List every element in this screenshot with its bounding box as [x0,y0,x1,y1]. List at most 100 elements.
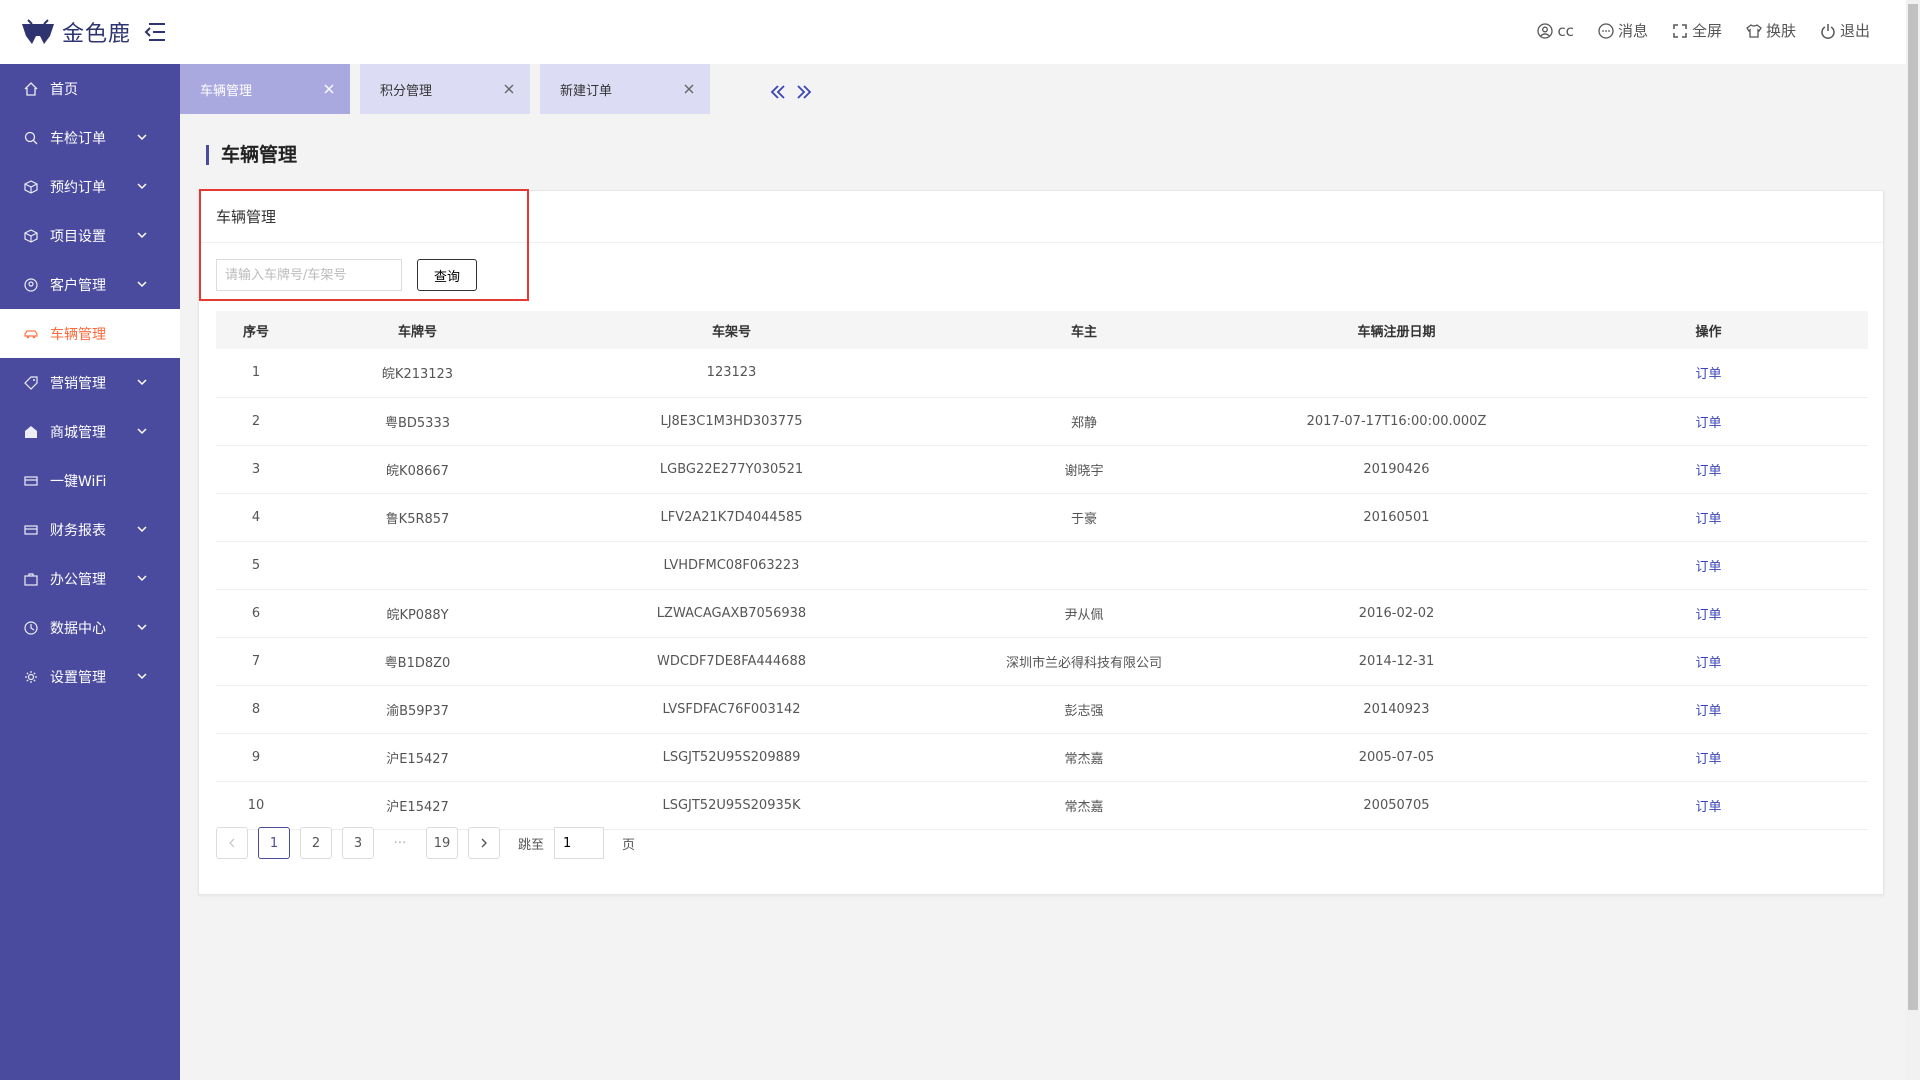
cell-reg-date [1244,349,1549,398]
order-link[interactable]: 订单 [1695,704,1721,719]
cell-plate: 沪E15427 [296,733,539,782]
page-last-button[interactable]: 19 [426,827,458,859]
cell-index: 8 [216,685,296,734]
sidebar-item-label: 办公管理 [50,571,106,588]
tab-points-management[interactable]: 积分管理 [360,64,530,114]
page-ellipsis[interactable]: ··· [384,836,416,851]
message-button[interactable]: 消息 [1598,20,1648,41]
prev-page-button[interactable] [216,827,248,859]
logout-button[interactable]: 退出 [1820,20,1870,41]
chevron-down-icon [137,428,147,435]
tab-label: 车辆管理 [200,83,253,99]
sidebar-item-marketing[interactable]: 营销管理 [0,358,180,407]
vertical-scrollbar[interactable] [1906,0,1920,1080]
search-row: 查询 [216,259,477,291]
menu-collapse-icon[interactable] [143,21,167,43]
page-1-button[interactable]: 1 [258,827,290,859]
order-link[interactable]: 订单 [1695,464,1721,479]
sidebar-item-wifi[interactable]: 一键WiFi [0,456,180,505]
cell-index: 6 [216,589,296,638]
header-vin: 车架号 [539,311,924,349]
order-link[interactable]: 订单 [1695,512,1721,527]
logout-label: 退出 [1839,22,1870,40]
order-link[interactable]: 订单 [1695,560,1721,575]
close-icon[interactable] [502,82,516,96]
table-row: 5 LVHDFMC08F063223 订单 [216,541,1868,590]
jump-label: 跳至 [518,837,545,853]
sidebar-item-finance-reports[interactable]: 财务报表 [0,505,180,554]
order-link[interactable]: 订单 [1695,608,1721,623]
sidebar-item-vehicle-management[interactable]: 车辆管理 [0,309,180,358]
sidebar-item-inspection-orders[interactable]: 车检订单 [0,113,180,162]
chevron-down-icon [137,673,147,680]
cell-action: 订单 [1549,493,1868,542]
cell-owner [924,349,1244,398]
box-icon [24,228,38,243]
cell-owner: 彭志强 [924,685,1244,734]
order-link[interactable]: 订单 [1695,752,1721,767]
table-row: 10 沪E15427 LSGJT52U95S20935K 常杰嘉 2005070… [216,781,1868,830]
page-2-button[interactable]: 2 [300,827,332,859]
table-row: 2 粤BD5333 LJ8E3C1M3HD303775 郑静 2017-07-1… [216,397,1868,446]
deer-logo-icon [22,19,54,44]
page-3-button[interactable]: 3 [342,827,374,859]
sidebar-item-data-center[interactable]: 数据中心 [0,603,180,652]
sidebar-item-home[interactable]: 首页 [0,64,180,113]
sidebar-item-project-settings[interactable]: 项目设置 [0,211,180,260]
cell-reg-date: 20160501 [1244,493,1549,542]
tab-vehicle-management[interactable]: 车辆管理 [180,64,350,114]
cell-index: 2 [216,397,296,446]
cell-index: 4 [216,493,296,542]
logo[interactable]: 金色鹿 [20,14,167,50]
cell-plate: 鲁K5R857 [296,493,539,542]
fullscreen-icon [1673,23,1687,38]
user-button[interactable]: cc [1537,20,1574,41]
search-input[interactable] [216,259,402,291]
sidebar-item-settings[interactable]: 设置管理 [0,652,180,701]
cell-vin: LVHDFMC08F063223 [539,541,924,590]
order-link[interactable]: 订单 [1695,416,1721,431]
close-icon[interactable] [682,82,696,96]
sidebar-item-label: 车辆管理 [50,326,106,343]
tab-label: 新建订单 [560,83,613,99]
fullscreen-button[interactable]: 全屏 [1672,20,1722,41]
skin-button[interactable]: 换肤 [1746,20,1796,41]
sidebar-item-label: 客户管理 [50,277,106,294]
sidebar-item-appointment-orders[interactable]: 预约订单 [0,162,180,211]
cell-vin: LZWACAGAXB7056938 [539,589,924,638]
sidebar-item-office[interactable]: 办公管理 [0,554,180,603]
box-icon [24,179,38,194]
cell-vin: LSGJT52U95S209889 [539,733,924,782]
sidebar-item-label: 首页 [50,81,78,98]
double-chevron-right-icon[interactable] [794,82,814,102]
double-chevron-left-icon[interactable] [768,82,788,102]
order-link[interactable]: 订单 [1695,656,1721,671]
fullscreen-label: 全屏 [1691,22,1722,40]
order-link[interactable]: 订单 [1695,367,1721,382]
sidebar-item-label: 车检订单 [50,130,106,147]
chevron-right-icon [481,838,487,848]
cell-owner: 郑静 [924,397,1244,446]
cell-owner: 常杰嘉 [924,781,1244,830]
chevron-down-icon [137,526,147,533]
close-icon[interactable] [322,82,336,96]
tab-bar: 车辆管理 积分管理 新建订单 [180,64,720,114]
search-button[interactable]: 查询 [417,259,477,291]
sidebar-item-mall[interactable]: 商城管理 [0,407,180,456]
table-row: 6 皖KP088Y LZWACAGAXB7056938 尹从佩 2016-02-… [216,589,1868,638]
scrollbar-thumb[interactable] [1908,4,1918,1010]
sidebar-item-label: 商城管理 [50,424,106,441]
chevron-down-icon [137,232,147,239]
table-row: 3 皖K08667 LGBG22E277Y030521 谢晓宇 20190426… [216,445,1868,494]
home-icon [24,81,38,96]
tag-icon [24,375,38,390]
top-header: 金色鹿 cc 消息 全屏 换肤 退出 [0,0,1920,64]
tab-new-order[interactable]: 新建订单 [540,64,710,114]
user-icon [1537,22,1554,39]
order-link[interactable]: 订单 [1695,800,1721,815]
next-page-button[interactable] [468,827,500,859]
sidebar-item-customer-management[interactable]: 客户管理 [0,260,180,309]
cell-action: 订单 [1549,589,1868,638]
table-row: 1 皖K213123 123123 订单 [216,349,1868,398]
jump-page-input[interactable] [554,827,605,859]
